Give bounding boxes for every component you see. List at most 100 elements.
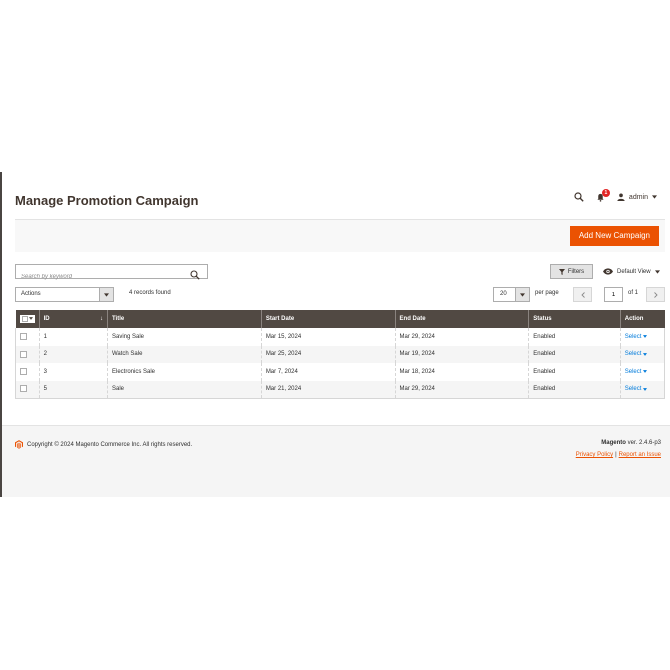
search-icon <box>574 192 584 202</box>
row-checkbox-cell <box>15 328 40 346</box>
privacy-policy-link[interactable]: Privacy Policy <box>576 452 613 458</box>
search-input[interactable] <box>16 270 186 284</box>
eye-icon <box>603 268 613 275</box>
header-actions: 1 admin <box>574 188 657 202</box>
cell-action: Select <box>619 363 665 381</box>
chevron-down-icon <box>104 292 109 297</box>
column-header-start-date[interactable]: Start Date <box>260 310 396 328</box>
column-header-id[interactable]: ID ↓ <box>38 310 108 328</box>
cell-title: Watch Sale <box>106 345 262 363</box>
add-new-campaign-button[interactable]: Add New Campaign <box>569 226 659 246</box>
row-checkbox-cell <box>15 380 40 398</box>
per-page-label: per page <box>535 290 559 296</box>
actions-dropdown-arrow <box>99 288 113 301</box>
column-header-end-date[interactable]: End Date <box>394 310 529 328</box>
next-page-button[interactable] <box>646 287 665 302</box>
table-row: 2 Watch Sale Mar 25, 2024 Mar 19, 2024 E… <box>15 345 665 363</box>
footer-link-separator: | <box>615 452 617 458</box>
cell-end-date: Mar 18, 2024 <box>394 363 529 381</box>
cell-id: 1 <box>38 328 108 346</box>
chevron-left-icon <box>580 291 585 298</box>
page-actions-bar: Add New Campaign <box>15 219 665 252</box>
cell-end-date: Mar 29, 2024 <box>394 380 529 398</box>
notifications-button[interactable]: 1 <box>596 188 610 202</box>
actions-label: Actions <box>21 291 41 297</box>
keyword-search <box>15 264 208 284</box>
magento-logo-icon <box>15 440 23 449</box>
campaign-grid: ID ↓ Title Start Date End Date Status Act… <box>15 310 665 399</box>
total-pages-label: of 1 <box>628 290 639 296</box>
page-title: Manage Promotion Campaign <box>15 193 199 208</box>
cell-status: Enabled <box>528 363 621 381</box>
table-row: 3 Electronics Sale Mar 7, 2024 Mar 18, 2… <box>15 363 665 381</box>
per-page-select[interactable]: 20 <box>493 287 530 302</box>
chevron-down-icon <box>654 269 660 274</box>
copyright-text: Copyright © 2024 Magento Commerce Inc. A… <box>27 441 193 448</box>
user-icon <box>617 193 625 201</box>
row-checkbox[interactable] <box>20 385 27 393</box>
filters-button[interactable]: Filters <box>550 264 593 279</box>
cell-end-date: Mar 29, 2024 <box>394 328 529 346</box>
chevron-down-icon <box>643 370 648 374</box>
row-action-select[interactable]: Select <box>625 369 648 375</box>
view-label: Default View <box>617 268 651 275</box>
cell-action: Select <box>619 380 665 398</box>
cell-end-date: Mar 19, 2024 <box>394 345 529 363</box>
row-checkbox[interactable] <box>20 350 27 358</box>
cell-title: Electronics Sale <box>106 363 262 381</box>
row-action-select[interactable]: Select <box>625 351 648 357</box>
version-text: ver. 2.4.6-p3 <box>627 440 661 446</box>
chevron-down-icon <box>28 317 33 320</box>
records-count: 4 records found <box>129 290 171 296</box>
filters-label: Filters <box>567 268 585 275</box>
cell-id: 3 <box>38 363 108 381</box>
admin-app: Manage Promotion Campaign 1 admin Add Ne… <box>0 172 670 497</box>
row-action-select[interactable]: Select <box>625 386 648 392</box>
row-checkbox-cell <box>15 345 40 363</box>
footer-brand: Magento <box>601 440 626 446</box>
per-page-value: 20 <box>500 291 507 297</box>
table-row: 1 Saving Sale Mar 15, 2024 Mar 29, 2024 … <box>15 328 665 346</box>
search-submit-button[interactable] <box>190 267 200 285</box>
mass-select-box <box>21 315 28 322</box>
row-checkbox[interactable] <box>20 368 27 376</box>
cell-title: Sale <box>106 380 262 398</box>
cell-status: Enabled <box>528 380 621 398</box>
current-page-input[interactable] <box>604 287 623 302</box>
grid-header-row: ID ↓ Title Start Date End Date Status Act… <box>15 310 665 328</box>
global-search-button[interactable] <box>574 192 584 202</box>
footer-version: Magento ver. 2.4.6-p3 <box>601 440 661 446</box>
column-header-status[interactable]: Status <box>528 310 621 328</box>
cell-id: 5 <box>38 380 108 398</box>
chevron-down-icon <box>643 352 648 356</box>
sort-indicator-icon: ↓ <box>99 316 103 322</box>
row-action-select[interactable]: Select <box>625 334 648 340</box>
previous-page-button[interactable] <box>573 287 592 302</box>
admin-user-menu[interactable]: admin <box>617 193 657 201</box>
notification-count-badge: 1 <box>601 188 610 197</box>
mass-select-checkbox[interactable] <box>19 314 35 323</box>
table-row: 5 Sale Mar 21, 2024 Mar 29, 2024 Enabled… <box>15 380 665 398</box>
cell-title: Saving Sale <box>106 328 262 346</box>
cell-action: Select <box>619 345 665 363</box>
chevron-down-icon <box>643 387 648 391</box>
footer-links: Privacy Policy | Report an Issue <box>576 452 661 458</box>
cell-start-date: Mar 25, 2024 <box>260 345 396 363</box>
mass-actions-select[interactable]: Actions <box>15 287 114 302</box>
cell-start-date: Mar 7, 2024 <box>260 363 396 381</box>
column-header-title[interactable]: Title <box>106 310 262 328</box>
row-checkbox[interactable] <box>20 333 27 341</box>
report-issue-link[interactable]: Report an Issue <box>619 452 661 458</box>
row-checkbox-cell <box>15 363 40 381</box>
search-icon <box>190 270 200 280</box>
per-page-dropdown-arrow <box>515 288 529 301</box>
column-header-action: Action <box>619 310 665 328</box>
default-view-selector[interactable]: Default View <box>603 264 660 279</box>
cell-status: Enabled <box>528 328 621 346</box>
footer-copyright: Copyright © 2024 Magento Commerce Inc. A… <box>15 440 192 449</box>
cell-id: 2 <box>38 345 108 363</box>
chevron-down-icon <box>652 195 657 199</box>
mass-select-header <box>15 310 40 328</box>
chevron-right-icon <box>653 291 658 298</box>
chevron-down-icon <box>643 335 648 339</box>
